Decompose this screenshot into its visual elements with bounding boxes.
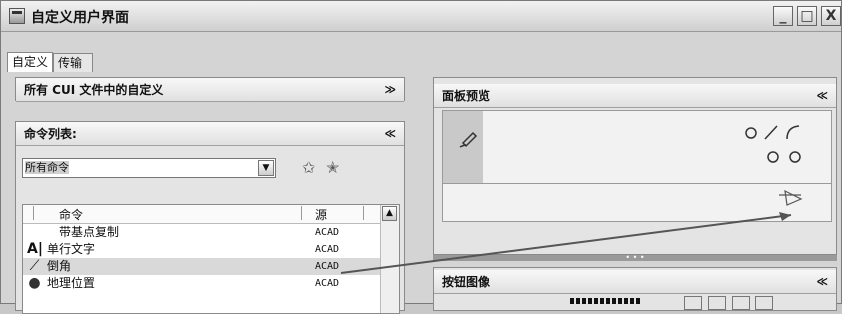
list-item[interactable]: ⟋ 倒角 ACAD	[23, 258, 381, 275]
list-scrollbar[interactable]: ▲	[380, 205, 399, 313]
customize-ui-window: 自定义用户界面 _ □ X 自定义 传输 所有 CUI 文件中的自定义 ≫ 命令…	[0, 0, 842, 314]
column-command[interactable]: 命令	[59, 206, 83, 223]
list-item[interactable]: 带基点复制 ACAD	[23, 224, 381, 241]
image-button-icon[interactable]	[684, 296, 702, 310]
command-filter-value: 所有命令	[25, 161, 69, 174]
command-name: 地理位置	[47, 276, 96, 290]
command-name: 倒角	[47, 259, 72, 273]
expand-chevron-icon[interactable]: ≫	[384, 78, 396, 102]
new-command-icon[interactable]: ✩	[302, 158, 315, 177]
title-bar: 自定义用户界面 _ □ X	[1, 1, 841, 32]
panel-preview: 面板预览 ≪	[433, 77, 837, 255]
window-title: 自定义用户界面	[31, 10, 129, 26]
command-list-columns: 命令 源	[23, 205, 381, 224]
collapse-chevron-icon[interactable]: ≪	[816, 84, 828, 108]
image-button-icon[interactable]	[707, 296, 726, 310]
panel-preview-header[interactable]: 面板预览	[434, 84, 836, 108]
button-image-panel: 按钮图像 ≪	[433, 267, 837, 311]
dropdown-arrow-icon[interactable]: ▼	[258, 160, 274, 176]
customizations-panel-header[interactable]: 所有 CUI 文件中的自定义	[16, 78, 404, 102]
app-icon	[9, 8, 25, 24]
button-image-header[interactable]: 按钮图像	[434, 270, 836, 294]
close-button[interactable]: X	[821, 6, 841, 26]
preview-canvas	[442, 110, 832, 222]
tab-customize[interactable]: 自定义	[7, 52, 53, 72]
command-list-header[interactable]: 命令列表:	[16, 122, 404, 146]
preview-graphics	[459, 125, 803, 206]
command-source: ACAD	[315, 244, 340, 255]
circle-icon	[745, 127, 757, 139]
command-source: ACAD	[315, 278, 340, 289]
find-command-icon[interactable]: ✭	[326, 158, 339, 177]
command-list-panel: 命令列表: ≪ 所有命令 ▼ ✩ ✭ 命令 源 带基点复制 ACAD A| 单行…	[15, 121, 405, 314]
image-button-icon[interactable]	[731, 296, 750, 310]
chamfer-icon: ⟋	[29, 258, 40, 274]
text-icon: A|	[27, 241, 43, 257]
command-name: 单行文字	[47, 242, 96, 256]
chamfer-drop-icon	[779, 189, 803, 206]
image-strip	[570, 298, 640, 304]
circle-icon	[767, 151, 779, 163]
command-source: ACAD	[315, 261, 340, 272]
arc-icon	[786, 125, 800, 140]
command-list: 命令 源 带基点复制 ACAD A| 单行文字 ACAD ⟋ 倒角 ACAD ●	[22, 204, 400, 314]
pencil-icon	[459, 131, 478, 148]
column-source[interactable]: 源	[315, 206, 327, 223]
scroll-up-icon[interactable]: ▲	[382, 206, 397, 221]
customizations-panel[interactable]: 所有 CUI 文件中的自定义 ≫	[15, 77, 405, 102]
collapse-chevron-icon[interactable]: ≪	[816, 270, 828, 294]
tab-transfer[interactable]: 传输	[53, 53, 93, 72]
maximize-button[interactable]: □	[797, 6, 817, 26]
command-name: 带基点复制	[59, 225, 120, 239]
list-item[interactable]: ● 地理位置 ACAD	[23, 275, 381, 292]
command-source: ACAD	[315, 227, 340, 238]
image-button-icon[interactable]	[755, 296, 774, 310]
image-toolbar[interactable]	[684, 296, 794, 310]
circle-icon	[789, 151, 801, 163]
list-item[interactable]: A| 单行文字 ACAD	[23, 241, 381, 258]
line-icon	[764, 125, 778, 140]
globe-icon: ●	[28, 275, 41, 291]
panel-splitter[interactable]: • • •	[433, 254, 837, 262]
collapse-chevron-icon[interactable]: ≪	[384, 122, 396, 146]
command-filter-select[interactable]: 所有命令 ▼	[22, 158, 276, 178]
minimize-button[interactable]: _	[773, 6, 793, 26]
